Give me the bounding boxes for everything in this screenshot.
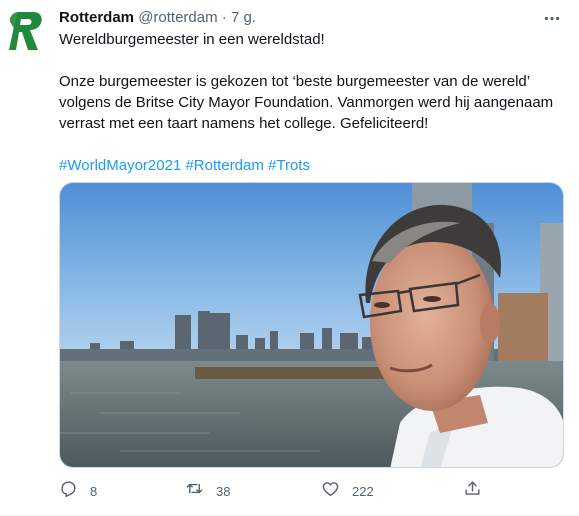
hashtag-trots[interactable]: #Trots	[268, 157, 310, 174]
tweet-card[interactable]: Rotterdam @rotterdam · 7 g. Wereldburgem…	[0, 0, 579, 516]
rotterdam-logo-icon[interactable]	[8, 10, 44, 52]
share-icon	[463, 479, 482, 503]
hashtag-line: #WorldMayor2021 #Rotterdam #Trots	[59, 155, 565, 176]
author-handle[interactable]: @rotterdam	[138, 9, 217, 26]
tweet-header: Rotterdam @rotterdam · 7 g.	[59, 8, 256, 28]
tweet-text-line: verrast met een taart namens het college…	[59, 115, 429, 132]
hashtag-worldmayor2021[interactable]: #WorldMayor2021	[59, 157, 181, 174]
like-count: 222	[352, 483, 374, 499]
tweet-actions: 8 38 222	[59, 478, 565, 504]
tweet-time[interactable]: 7 g.	[231, 9, 256, 26]
like-button[interactable]: 222	[321, 478, 374, 504]
meta-separator: ·	[221, 9, 227, 26]
tweet-text-line: Onze burgemeester is gekozen tot ‘beste …	[59, 73, 531, 90]
retweet-button[interactable]: 38	[185, 478, 230, 504]
tweet-text-line: Wereldburgemeester in een wereldstad!	[59, 31, 325, 48]
reply-icon	[59, 479, 78, 503]
reply-count: 8	[90, 483, 98, 499]
reply-button[interactable]: 8	[59, 478, 97, 504]
share-button[interactable]	[463, 478, 482, 504]
heart-icon	[321, 479, 340, 503]
tweet-photo[interactable]	[59, 182, 564, 468]
hashtag-rotterdam[interactable]: #Rotterdam	[185, 157, 263, 174]
tweet-text: Wereldburgemeester in een wereldstad! On…	[59, 29, 565, 176]
author-name[interactable]: Rotterdam	[59, 9, 134, 26]
more-dots-icon[interactable]	[539, 8, 565, 28]
tweet-text-line: volgens de Britse City Mayor Foundation.…	[59, 94, 554, 111]
retweet-icon	[185, 479, 204, 503]
retweet-count: 38	[216, 483, 231, 499]
